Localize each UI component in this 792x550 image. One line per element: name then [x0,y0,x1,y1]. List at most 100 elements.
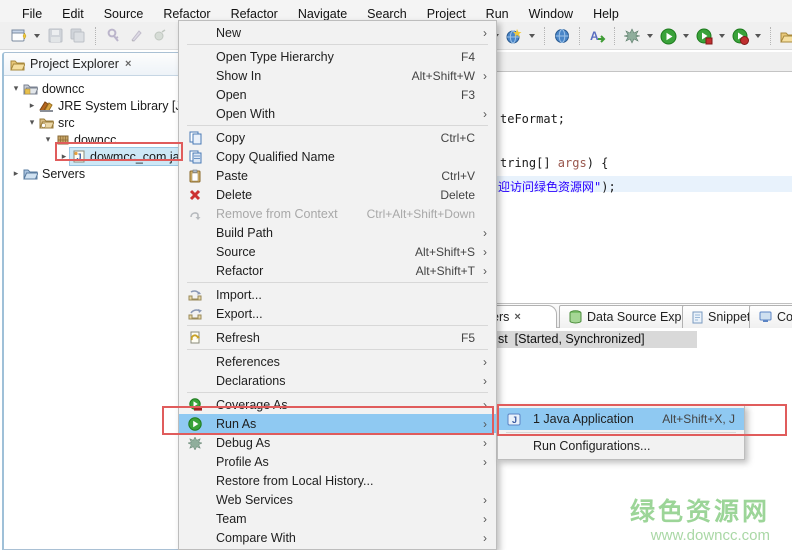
web-wizard-icon[interactable] [505,27,523,45]
run-icon[interactable] [659,27,677,45]
coverage-dropdown-caret[interactable] [719,34,725,38]
expand-arrow-icon[interactable]: ▸ [26,100,38,111]
menu-refactor-2[interactable]: Refactor [221,7,288,21]
menu-item-new[interactable]: New› [179,23,496,42]
profile-dropdown-caret[interactable] [755,34,761,38]
debug-icon[interactable] [623,27,641,45]
project-tree: ▾ downcc ▸ JRE System Library [J ▾ src ▾… [4,76,185,182]
menu-help[interactable]: Help [583,7,629,21]
web-wizard-caret[interactable] [529,34,535,38]
database-icon [569,310,582,324]
coverage-icon[interactable] [695,27,713,45]
menu-item-refresh[interactable]: RefreshF5 [179,328,496,347]
menu-separator [187,282,488,283]
menu-item-declarations[interactable]: Declarations› [179,371,496,390]
new-wizard-icon[interactable] [10,27,28,45]
menu-item-run-as[interactable]: Run As› [179,414,496,433]
tree-label: src [55,116,78,130]
menu-edit[interactable]: Edit [52,7,94,21]
java-ee-icon[interactable]: A [588,27,606,45]
menu-item-import[interactable]: Import... [179,285,496,304]
key-icon[interactable] [104,27,122,45]
tree-item-servers[interactable]: ▸ Servers [4,165,185,182]
tree-item-java-file[interactable]: ▸ J dowmcc_com.ja [4,148,185,165]
collapse-arrow-icon[interactable]: ▾ [26,117,38,128]
menu-separator [187,392,488,393]
snippets-icon [692,311,703,324]
menu-item-compare-with[interactable]: Compare With› [179,528,496,547]
submenu-item-run-configurations[interactable]: Run Configurations... [498,435,744,457]
java-application-icon: J [504,413,524,426]
menu-item-export[interactable]: Export... [179,304,496,323]
toolbar-separator [544,27,545,45]
menu-separator [187,349,488,350]
menu-navigate[interactable]: Navigate [288,7,357,21]
menu-run[interactable]: Run [476,7,519,21]
open-folder-icon[interactable] [779,27,792,45]
tree-label: downcc [71,133,119,147]
browser-icon[interactable] [553,27,571,45]
menu-item-restore-from-local-history[interactable]: Restore from Local History... [179,471,496,490]
export-icon [185,308,205,320]
menu-source[interactable]: Source [94,7,154,21]
menu-project[interactable]: Project [417,7,476,21]
tree-label: JRE System Library [J [55,99,185,113]
run-dropdown-caret[interactable] [683,34,689,38]
menu-item-build-path[interactable]: Build Path› [179,223,496,242]
tree-item-src[interactable]: ▾ src [4,114,185,131]
profile-icon[interactable] [731,27,749,45]
tree-label: dowmcc_com.ja [87,150,183,164]
menu-item-team[interactable]: Team› [179,509,496,528]
code-line-println: 迎访问绿色资源网"); [498,178,616,195]
debug-dropdown-caret[interactable] [647,34,653,38]
menu-item-references[interactable]: References› [179,352,496,371]
menu-item-delete[interactable]: DeleteDelete [179,185,496,204]
menu-item-web-services[interactable]: Web Services› [179,490,496,509]
run-last-icon[interactable] [150,27,168,45]
copy-icon [185,131,205,145]
tree-item-jre-library[interactable]: ▸ JRE System Library [J [4,97,185,114]
delete-icon [185,189,205,201]
project-explorer-panel: Project Explorer × ▾ downcc ▸ JRE System… [2,52,186,550]
pen-icon[interactable] [127,27,145,45]
menu-item-paste[interactable]: PasteCtrl+V [179,166,496,185]
tab-console[interactable]: Cons [749,305,792,328]
menu-file[interactable]: File [12,7,52,21]
menu-search[interactable]: Search [357,7,417,21]
menu-item-open-with[interactable]: Open With› [179,104,496,123]
tree-label: downcc [39,82,87,96]
menu-item-copy-qualified-name[interactable]: Copy Qualified Name [179,147,496,166]
menu-item-debug-as[interactable]: Debug As› [179,433,496,452]
submenu-item-java-application[interactable]: J1 Java ApplicationAlt+Shift+X, J [498,408,744,430]
code-line-main: tring[] args) { [500,156,608,170]
menu-item-show-in[interactable]: Show InAlt+Shift+W› [179,66,496,85]
menu-item-refactor[interactable]: RefactorAlt+Shift+T› [179,261,496,280]
save-icon[interactable] [46,27,64,45]
collapse-arrow-icon[interactable]: ▾ [10,83,22,94]
save-all-icon[interactable] [69,27,87,45]
menu-item-coverage-as[interactable]: Coverage As› [179,395,496,414]
menu-item-open-type-hierarchy[interactable]: Open Type HierarchyF4 [179,47,496,66]
tree-item-package-downcc[interactable]: ▾ downcc [4,131,185,148]
toolbar-separator [579,27,580,45]
menu-item-copy[interactable]: CopyCtrl+C [179,128,496,147]
menu-item-profile-as[interactable]: Profile As› [179,452,496,471]
menu-refactor[interactable]: Refactor [153,7,220,21]
menu-item-open[interactable]: OpenF3 [179,85,496,104]
import-icon [185,289,205,301]
menu-item-source[interactable]: SourceAlt+Shift+S› [179,242,496,261]
expand-arrow-icon[interactable]: ▸ [10,168,22,179]
menu-item-remove-from-context: Remove from ContextCtrl+Alt+Shift+Down [179,204,496,223]
menu-separator [187,125,488,126]
tab-close-icon[interactable]: × [514,311,520,323]
expand-arrow-icon[interactable]: ▸ [58,151,70,162]
svg-text:J: J [512,415,517,425]
tab-console-label: Cons [777,310,792,324]
new-dropdown-caret[interactable] [34,34,40,38]
remove-context-icon [185,208,205,220]
collapse-arrow-icon[interactable]: ▾ [42,134,54,145]
project-explorer-close-icon[interactable]: × [125,58,131,70]
menu-window[interactable]: Window [519,7,583,21]
coverage-as-icon [185,398,205,411]
tree-item-project-downcc[interactable]: ▾ downcc [4,80,185,97]
